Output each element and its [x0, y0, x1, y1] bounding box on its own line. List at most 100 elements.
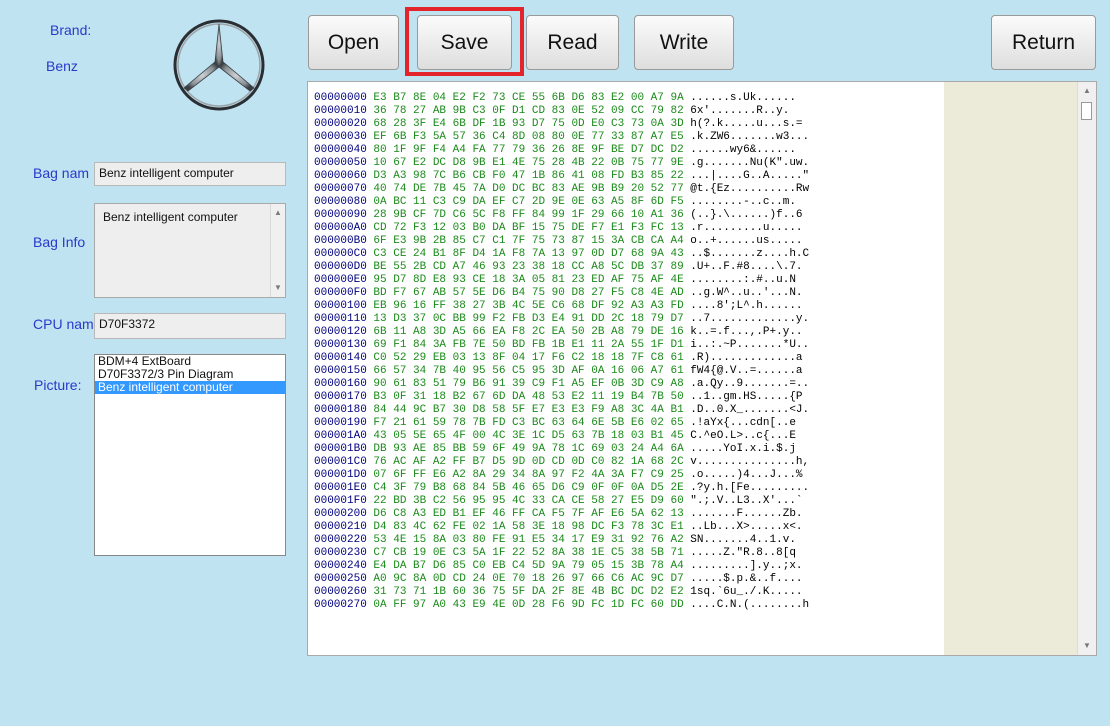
- bag-info-scrollbar[interactable]: ▲ ▼: [270, 204, 285, 297]
- picture-list-item-selected[interactable]: Benz intelligent computer: [95, 381, 285, 394]
- hex-bytes[interactable]: 66 57 34 7B 40 95 56 C5 95 3D AF 0A 16 0…: [373, 365, 683, 377]
- hex-bytes[interactable]: 95 D7 8D E8 93 CE 18 3A 05 81 23 ED AF 7…: [373, 274, 683, 286]
- hex-row: 00000050 10 67 E2 DC D8 9B E1 4E 75 28 4…: [314, 157, 809, 170]
- hex-bytes[interactable]: A0 9C 8A 0D CD 24 0E 70 18 26 97 66 C6 A…: [373, 573, 683, 585]
- hex-bytes[interactable]: 0A FF 97 A0 43 E9 4E 0D 28 F6 9D FC 1D F…: [373, 599, 683, 611]
- hex-ascii[interactable]: k..=.f...,.P+.y..: [690, 326, 802, 338]
- hex-ascii[interactable]: .g.......Nu(K".uw.: [690, 157, 809, 169]
- read-button[interactable]: Read: [526, 15, 619, 70]
- hex-ascii[interactable]: i..:.~P.......*U..: [690, 339, 809, 351]
- hex-ascii[interactable]: .r.........u.....: [690, 222, 802, 234]
- hex-ascii[interactable]: SN.......4..1.v.: [690, 534, 796, 546]
- hex-bytes[interactable]: 53 4E 15 8A 03 80 FE 91 E5 34 17 E9 31 9…: [373, 534, 683, 546]
- hex-bytes[interactable]: EF 6B F3 5A 57 36 C4 8D 08 80 0E 77 33 8…: [373, 131, 683, 143]
- picture-list[interactable]: BDM+4 ExtBoard D70F3372/3 Pin Diagram Be…: [94, 354, 286, 556]
- hex-ascii[interactable]: ..$.......z....h.C: [690, 248, 809, 260]
- cpu-name-field[interactable]: D70F3372: [94, 313, 286, 339]
- hex-ascii[interactable]: ........:.#..u.N: [690, 274, 796, 286]
- hex-bytes[interactable]: D6 C8 A3 ED B1 EF 46 FF CA F5 7F AF E6 5…: [373, 508, 683, 520]
- hex-bytes[interactable]: EB 96 16 FF 38 27 3B 4C 5E C6 68 DF 92 A…: [373, 300, 683, 312]
- hex-bytes[interactable]: BE 55 2B CD A7 46 93 23 38 18 CC A8 5C D…: [373, 261, 683, 273]
- hex-editor[interactable]: 00000000 E3 B7 8E 04 E2 F2 73 CE 55 6B D…: [307, 81, 1097, 656]
- hex-bytes[interactable]: 90 61 83 51 79 B6 91 39 C9 F1 A5 EF 0B 3…: [373, 378, 683, 390]
- hex-bytes[interactable]: D3 A3 98 7C B6 CB F0 47 1B 86 41 08 FD B…: [373, 170, 683, 182]
- bag-info-textarea[interactable]: Benz intelligent computer ▲ ▼: [94, 203, 286, 298]
- hex-bytes[interactable]: 31 73 71 1B 60 36 75 5F DA 2F 8E 4B BC D…: [373, 586, 683, 598]
- hex-bytes[interactable]: C3 CE 24 B1 8F D4 1A F8 7A 13 97 0D D7 6…: [373, 248, 683, 260]
- hex-bytes[interactable]: 22 BD 3B C2 56 95 95 4C 33 CA CE 58 27 E…: [373, 495, 683, 507]
- hex-bytes[interactable]: 6B 11 A8 3D A5 66 EA F8 2C EA 50 2B A8 7…: [373, 326, 683, 338]
- hex-ascii[interactable]: .D..0.X_.......<J.: [690, 404, 809, 416]
- write-button[interactable]: Write: [634, 15, 734, 70]
- hex-ascii[interactable]: 1sq.`6u_./.K.....: [690, 586, 802, 598]
- hex-ascii[interactable]: (..}.\......)f..6: [690, 209, 802, 221]
- hex-bytes[interactable]: D4 83 4C 62 FE 02 1A 58 3E 18 98 DC F3 7…: [373, 521, 683, 533]
- hex-ascii[interactable]: .U+..F.#8....\.7.: [690, 261, 802, 273]
- hex-bytes[interactable]: DB 93 AE 85 BB 59 6F 49 9A 78 1C 69 03 2…: [373, 443, 683, 455]
- hex-ascii[interactable]: .?y.h.[Fe.........: [690, 482, 809, 494]
- bag-name-field[interactable]: Benz intelligent computer: [94, 162, 286, 186]
- hex-ascii[interactable]: .!aYx{...cdn[..e: [690, 417, 796, 429]
- hex-ascii[interactable]: ........-..c..m.: [690, 196, 796, 208]
- hex-ascii[interactable]: ..g.W^..u..'...N.: [690, 287, 802, 299]
- hex-bytes[interactable]: C4 3F 79 B8 68 84 5B 46 65 D6 C9 0F 0F 0…: [373, 482, 683, 494]
- scroll-thumb[interactable]: [1081, 102, 1092, 120]
- hex-ascii[interactable]: h(?.k.....u...s.=: [690, 118, 802, 130]
- return-button[interactable]: Return: [991, 15, 1096, 70]
- hex-ascii[interactable]: .....Z."R.8..8[q: [690, 547, 796, 559]
- hex-ascii[interactable]: .R).............a: [690, 352, 802, 364]
- hex-bytes[interactable]: B3 0F 31 18 B2 67 6D DA 48 53 E2 11 19 B…: [373, 391, 683, 403]
- hex-bytes[interactable]: 40 74 DE 7B 45 7A D0 DC BC 83 AE 9B B9 2…: [373, 183, 683, 195]
- hex-bytes[interactable]: CD 72 F3 12 03 B0 DA BF 15 75 DE F7 E1 F…: [373, 222, 683, 234]
- hex-ascii[interactable]: ".;.V..L3..X'...`: [690, 495, 802, 507]
- hex-ascii[interactable]: ..7.............y.: [690, 313, 809, 325]
- hex-ascii[interactable]: ..1..gm.HS.....{P: [690, 391, 802, 403]
- hex-bytes[interactable]: 84 44 9C B7 30 D8 58 5F E7 E3 E3 F9 A8 3…: [373, 404, 683, 416]
- hex-ascii[interactable]: @t.{Ez..........Rw: [690, 183, 809, 195]
- hex-bytes[interactable]: 36 78 27 AB 9B C3 0F D1 CD 83 0E 52 09 C…: [373, 105, 683, 117]
- hex-bytes[interactable]: 68 28 3F E4 6B DF 1B 93 D7 75 0D E0 C3 7…: [373, 118, 683, 130]
- hex-bytes[interactable]: C7 CB 19 0E C3 5A 1F 22 52 8A 38 1E C5 3…: [373, 547, 683, 559]
- hex-bytes[interactable]: E3 B7 8E 04 E2 F2 73 CE 55 6B D6 83 E2 0…: [373, 92, 683, 104]
- scroll-down-icon[interactable]: ▼: [1080, 639, 1094, 653]
- hex-bytes[interactable]: C0 52 29 EB 03 13 8F 04 17 F6 C2 18 18 7…: [373, 352, 683, 364]
- hex-ascii[interactable]: .....$.p.&..f....: [690, 573, 802, 585]
- hex-ascii[interactable]: v...............h,: [690, 456, 809, 468]
- hex-ascii[interactable]: fW4{@.V..=......a: [690, 365, 802, 377]
- hex-ascii[interactable]: ......wy6&......: [690, 144, 796, 156]
- open-button[interactable]: Open: [308, 15, 399, 70]
- hex-bytes[interactable]: 0A BC 11 C3 C9 DA EF C7 2D 9E 0E 63 A5 8…: [373, 196, 683, 208]
- hex-bytes[interactable]: 6F E3 9B 2B 85 C7 C1 7F 75 73 87 15 3A C…: [373, 235, 683, 247]
- hex-bytes[interactable]: 13 D3 37 0C BB 99 F2 FB D3 E4 91 DD 2C 1…: [373, 313, 683, 325]
- hex-scrollbar[interactable]: ▲ ▼: [1077, 82, 1096, 655]
- scroll-up-icon[interactable]: ▲: [1080, 84, 1094, 98]
- hex-ascii[interactable]: .....YoI.x.i.$.j: [690, 443, 796, 455]
- hex-bytes[interactable]: 69 F1 84 3A FB 7E 50 BD FB 1B E1 11 2A 5…: [373, 339, 683, 351]
- scroll-up-icon[interactable]: ▲: [271, 206, 285, 220]
- picture-list-item[interactable]: D70F3372/3 Pin Diagram: [95, 368, 285, 381]
- hex-ascii[interactable]: ......s.Uk......: [690, 92, 796, 104]
- hex-bytes[interactable]: F7 21 61 59 78 7B FD C3 BC 63 64 6E 5B E…: [373, 417, 683, 429]
- hex-ascii[interactable]: ...|....G..A.....": [690, 170, 809, 182]
- hex-ascii[interactable]: C.^eO.L>..c{...E: [690, 430, 796, 442]
- hex-bytes[interactable]: 28 9B CF 7D C6 5C F8 FF 84 99 1F 29 66 1…: [373, 209, 683, 221]
- hex-bytes[interactable]: 76 AC AF A2 FF B7 D5 9D 0D CD 0D C0 82 1…: [373, 456, 683, 468]
- hex-ascii[interactable]: .......F......Zb.: [690, 508, 802, 520]
- hex-bytes[interactable]: 07 6F FF E6 A2 8A 29 34 8A 97 F2 4A 3A F…: [373, 469, 683, 481]
- hex-bytes[interactable]: 80 1F 9F F4 A4 FA 77 79 36 26 8E 9F BE D…: [373, 144, 683, 156]
- hex-ascii[interactable]: .k.ZW6.......w3...: [690, 131, 809, 143]
- hex-bytes[interactable]: 43 05 5E 65 4F 00 4C 3E 1C D5 63 7B 18 0…: [373, 430, 683, 442]
- hex-ascii[interactable]: ..Lb...X>.....x<.: [690, 521, 802, 533]
- hex-ascii[interactable]: ....8';L^.h......: [690, 300, 802, 312]
- hex-bytes[interactable]: 10 67 E2 DC D8 9B E1 4E 75 28 4B 22 0B 7…: [373, 157, 683, 169]
- hex-ascii[interactable]: 6x'.......R..y.: [690, 105, 789, 117]
- hex-bytes[interactable]: E4 DA B7 D6 85 C0 EB C4 5D 9A 79 05 15 3…: [373, 560, 683, 572]
- picture-list-item[interactable]: BDM+4 ExtBoard: [95, 355, 285, 368]
- hex-ascii[interactable]: .o.....)4...J...%: [690, 469, 802, 481]
- hex-ascii[interactable]: .........].y..;x.: [690, 560, 802, 572]
- hex-ascii[interactable]: o..+......us.....: [690, 235, 802, 247]
- hex-bytes[interactable]: BD F7 67 AB 57 5E D6 B4 75 90 D8 27 F5 C…: [373, 287, 683, 299]
- scroll-down-icon[interactable]: ▼: [271, 281, 285, 295]
- hex-ascii[interactable]: .a.Qy..9.......=..: [690, 378, 809, 390]
- hex-ascii[interactable]: ....C.N.(........h: [690, 599, 809, 611]
